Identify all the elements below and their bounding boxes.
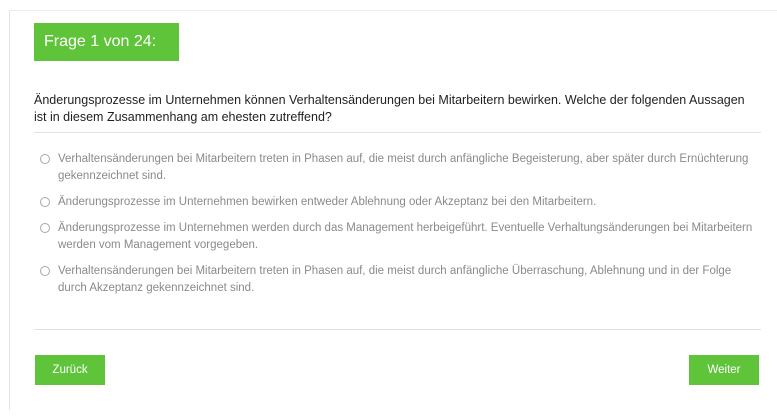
divider-bottom — [34, 329, 761, 330]
answer-option-label: Änderungsprozesse im Unternehmen werden … — [58, 222, 753, 251]
divider-top — [34, 132, 761, 133]
answer-option-3[interactable]: Änderungsprozesse im Unternehmen werden … — [40, 220, 760, 254]
radio-button-icon[interactable] — [40, 154, 50, 164]
radio-button-icon[interactable] — [40, 266, 50, 276]
answer-options: Verhaltensänderungen bei Mitarbeitern tr… — [40, 151, 760, 306]
radio-button-icon[interactable] — [40, 223, 50, 233]
answer-option-label: Verhaltensänderungen bei Mitarbeitern tr… — [58, 265, 732, 294]
answer-option-2[interactable]: Änderungsprozesse im Unternehmen bewirke… — [40, 194, 760, 211]
radio-button-icon[interactable] — [40, 197, 50, 207]
answer-option-label: Änderungsprozesse im Unternehmen bewirke… — [58, 196, 597, 208]
next-button[interactable]: Weiter — [689, 355, 759, 385]
question-counter-badge: Frage 1 von 24: — [34, 23, 179, 61]
back-button[interactable]: Zurück — [35, 355, 105, 385]
question-text: Änderungsprozesse im Unternehmen können … — [34, 93, 745, 124]
answer-option-label: Verhaltensänderungen bei Mitarbeitern tr… — [58, 153, 749, 182]
answer-option-4[interactable]: Verhaltensänderungen bei Mitarbeitern tr… — [40, 263, 760, 297]
answer-option-1[interactable]: Verhaltensänderungen bei Mitarbeitern tr… — [40, 151, 760, 185]
